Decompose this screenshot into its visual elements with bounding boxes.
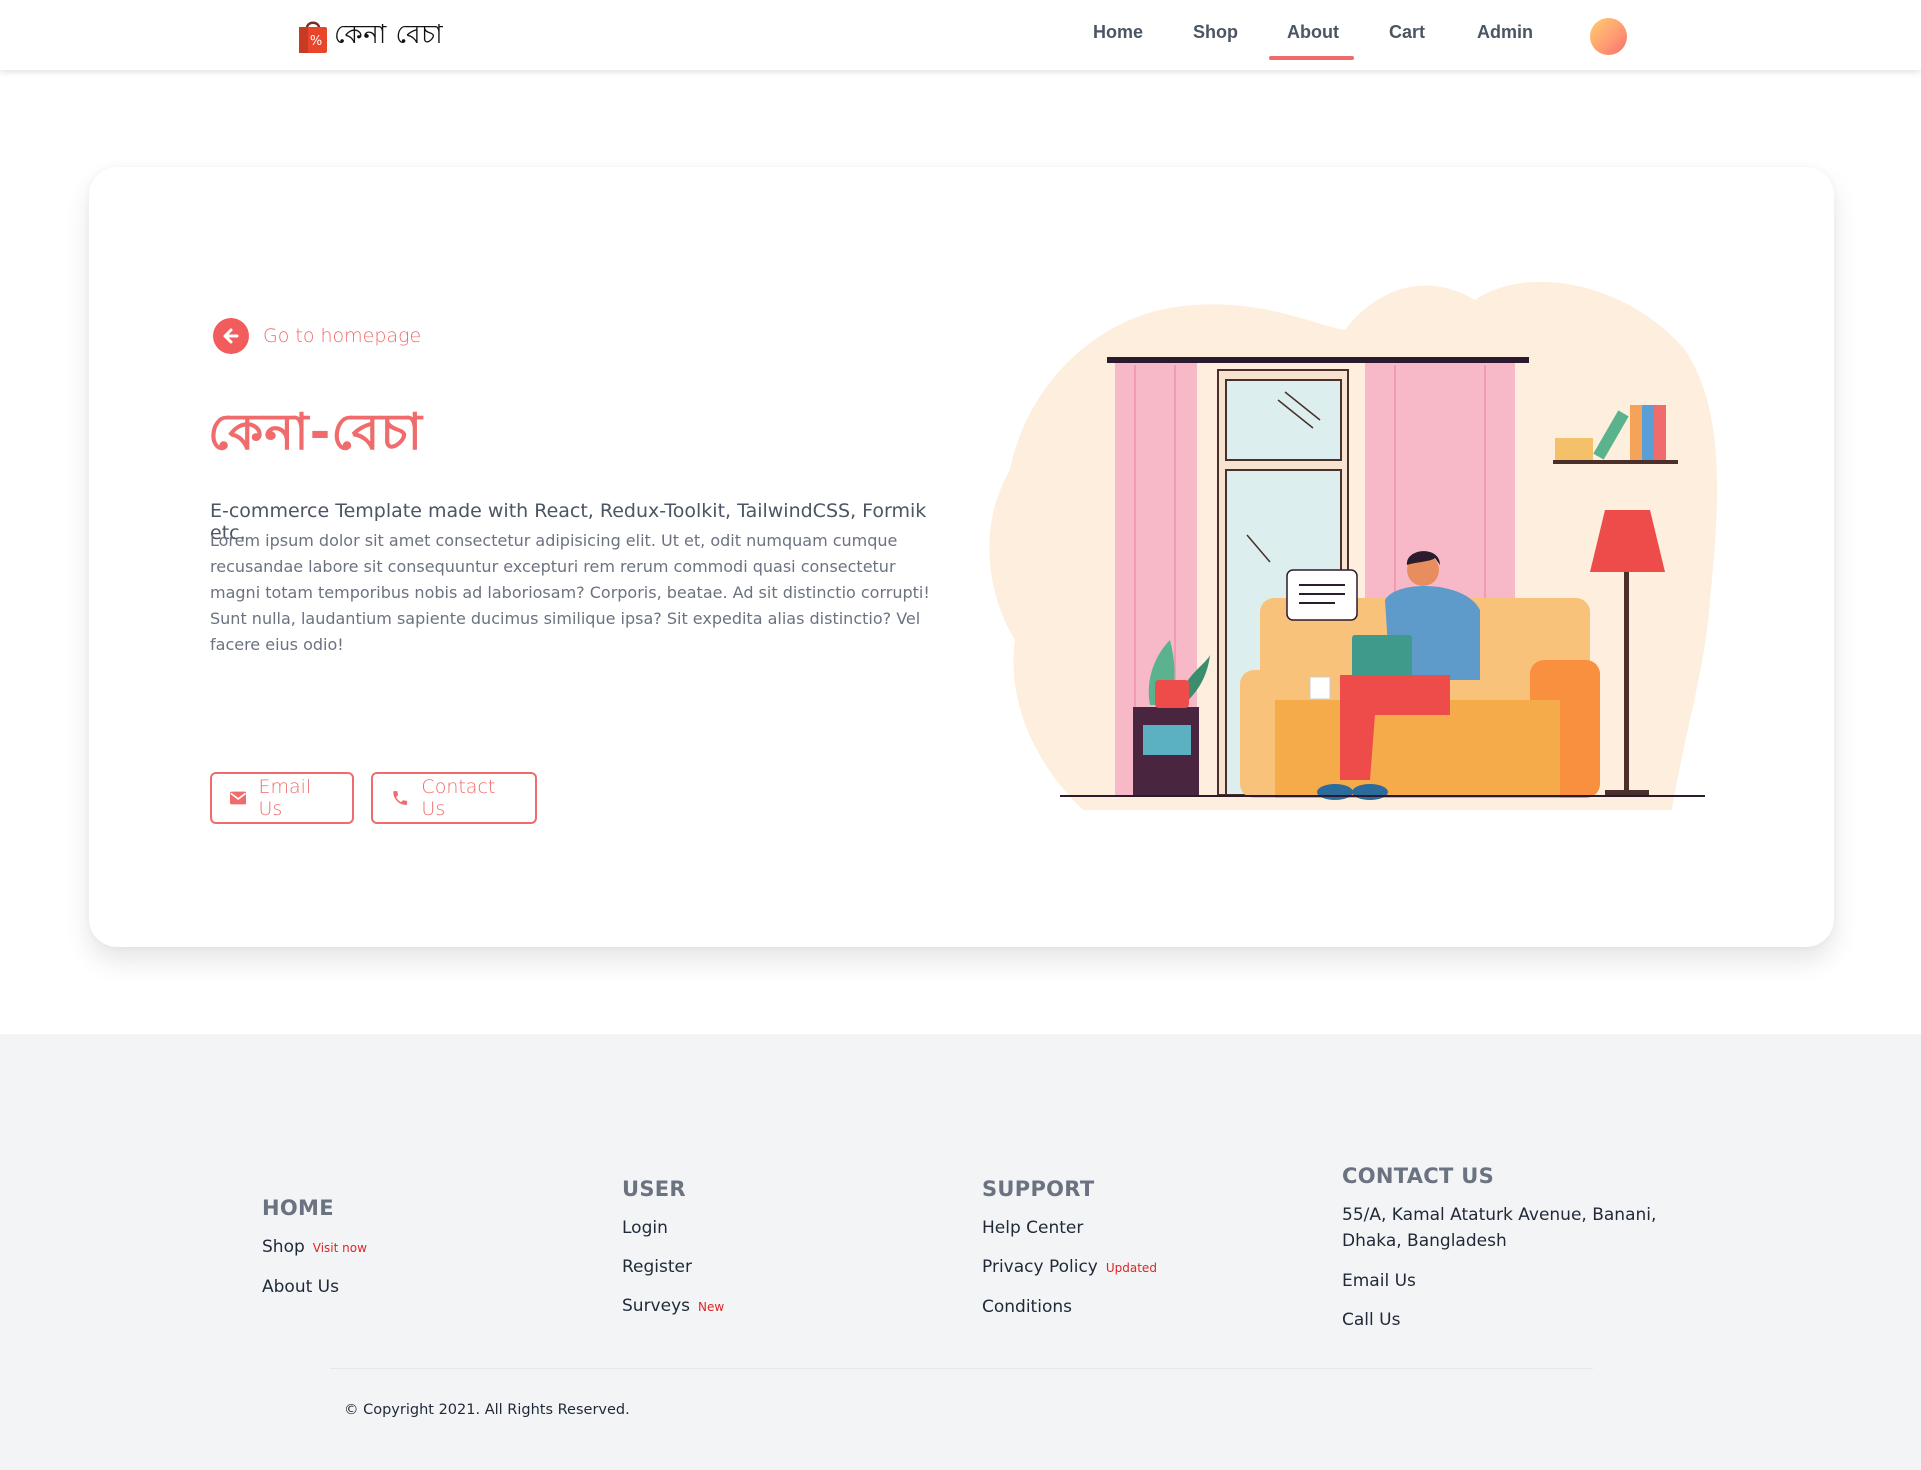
footer-link-email-us[interactable]: Email Us [1342, 1269, 1662, 1293]
go-to-homepage-link[interactable]: Go to homepage [213, 318, 421, 354]
user-avatar[interactable] [1590, 18, 1627, 55]
contact-us-button[interactable]: Contact Us [371, 772, 537, 824]
arrow-left-circle-icon [213, 318, 249, 354]
brand-name: কেনা বেচা [334, 20, 444, 50]
footer-link-privacy-label: Privacy Policy [982, 1257, 1098, 1277]
footer-col-support: SUPPORT Help Center Privacy Policy Update… [982, 1177, 1157, 1319]
footer-link-call-us[interactable]: Call Us [1342, 1308, 1662, 1332]
contact-us-label: Contact Us [421, 776, 496, 820]
footer-col-contact: CONTACT US 55/A, Kamal Ataturk Avenue, B… [1342, 1164, 1662, 1332]
hero-title: কেনা-বেচা [208, 403, 423, 461]
nav-shop[interactable]: Shop [1193, 22, 1238, 43]
man-working-on-laptop-illustration [989, 281, 1718, 810]
footer-link-login[interactable]: Login [622, 1216, 724, 1240]
footer-heading-home: HOME [262, 1196, 334, 1220]
copyright-text: © Copyright 2021. All Rights Reserved. [344, 1402, 630, 1418]
footer-heading-support: SUPPORT [982, 1177, 1095, 1201]
footer-divider [330, 1368, 1593, 1369]
footer-address: 55/A, Kamal Ataturk Avenue, Banani, Dhak… [1342, 1205, 1657, 1251]
footer-heading-contact: CONTACT US [1342, 1164, 1495, 1188]
footer-link-privacy-policy[interactable]: Privacy Policy Updated [982, 1255, 1157, 1280]
footer-link-about[interactable]: About Us [262, 1275, 367, 1299]
email-us-label: Email Us [258, 776, 312, 820]
footer-link-shop[interactable]: Shop Visit now [262, 1235, 367, 1260]
nav-admin[interactable]: Admin [1477, 22, 1533, 43]
visit-now-tag: Visit now [312, 1241, 367, 1255]
nav-cart[interactable]: Cart [1389, 22, 1425, 43]
nav-about[interactable]: About [1287, 22, 1339, 43]
nav-active-indicator [1269, 56, 1354, 60]
footer-link-shop-label: Shop [262, 1237, 305, 1257]
phone-icon [393, 791, 408, 805]
envelope-icon [230, 791, 247, 805]
footer-heading-user: USER [622, 1177, 686, 1201]
footer-col-user: USER Login Register Surveys New [622, 1177, 724, 1319]
email-us-button[interactable]: Email Us [210, 772, 354, 824]
new-tag: New [698, 1300, 725, 1314]
footer-link-surveys-label: Surveys [622, 1296, 690, 1316]
shopping-bag-percent-icon: % [299, 21, 327, 53]
brand-logo-link[interactable]: % কেনা বেচা [298, 16, 443, 56]
footer-link-conditions[interactable]: Conditions [982, 1295, 1157, 1319]
footer-link-surveys[interactable]: Surveys New [622, 1294, 724, 1319]
updated-tag: Updated [1105, 1261, 1157, 1275]
navbar: % কেনা বেচা Home Shop About Cart Admin [0, 0, 1921, 70]
go-to-homepage-label: Go to homepage [263, 325, 422, 347]
footer-link-register[interactable]: Register [622, 1255, 724, 1279]
hero-description: Lorem ipsum dolor sit amet consectetur a… [210, 531, 930, 654]
svg-text:%: % [310, 34, 322, 49]
nav-home[interactable]: Home [1093, 22, 1143, 43]
footer-col-home: HOME Shop Visit now About Us [262, 1196, 367, 1299]
footer-link-help-center[interactable]: Help Center [982, 1216, 1157, 1240]
